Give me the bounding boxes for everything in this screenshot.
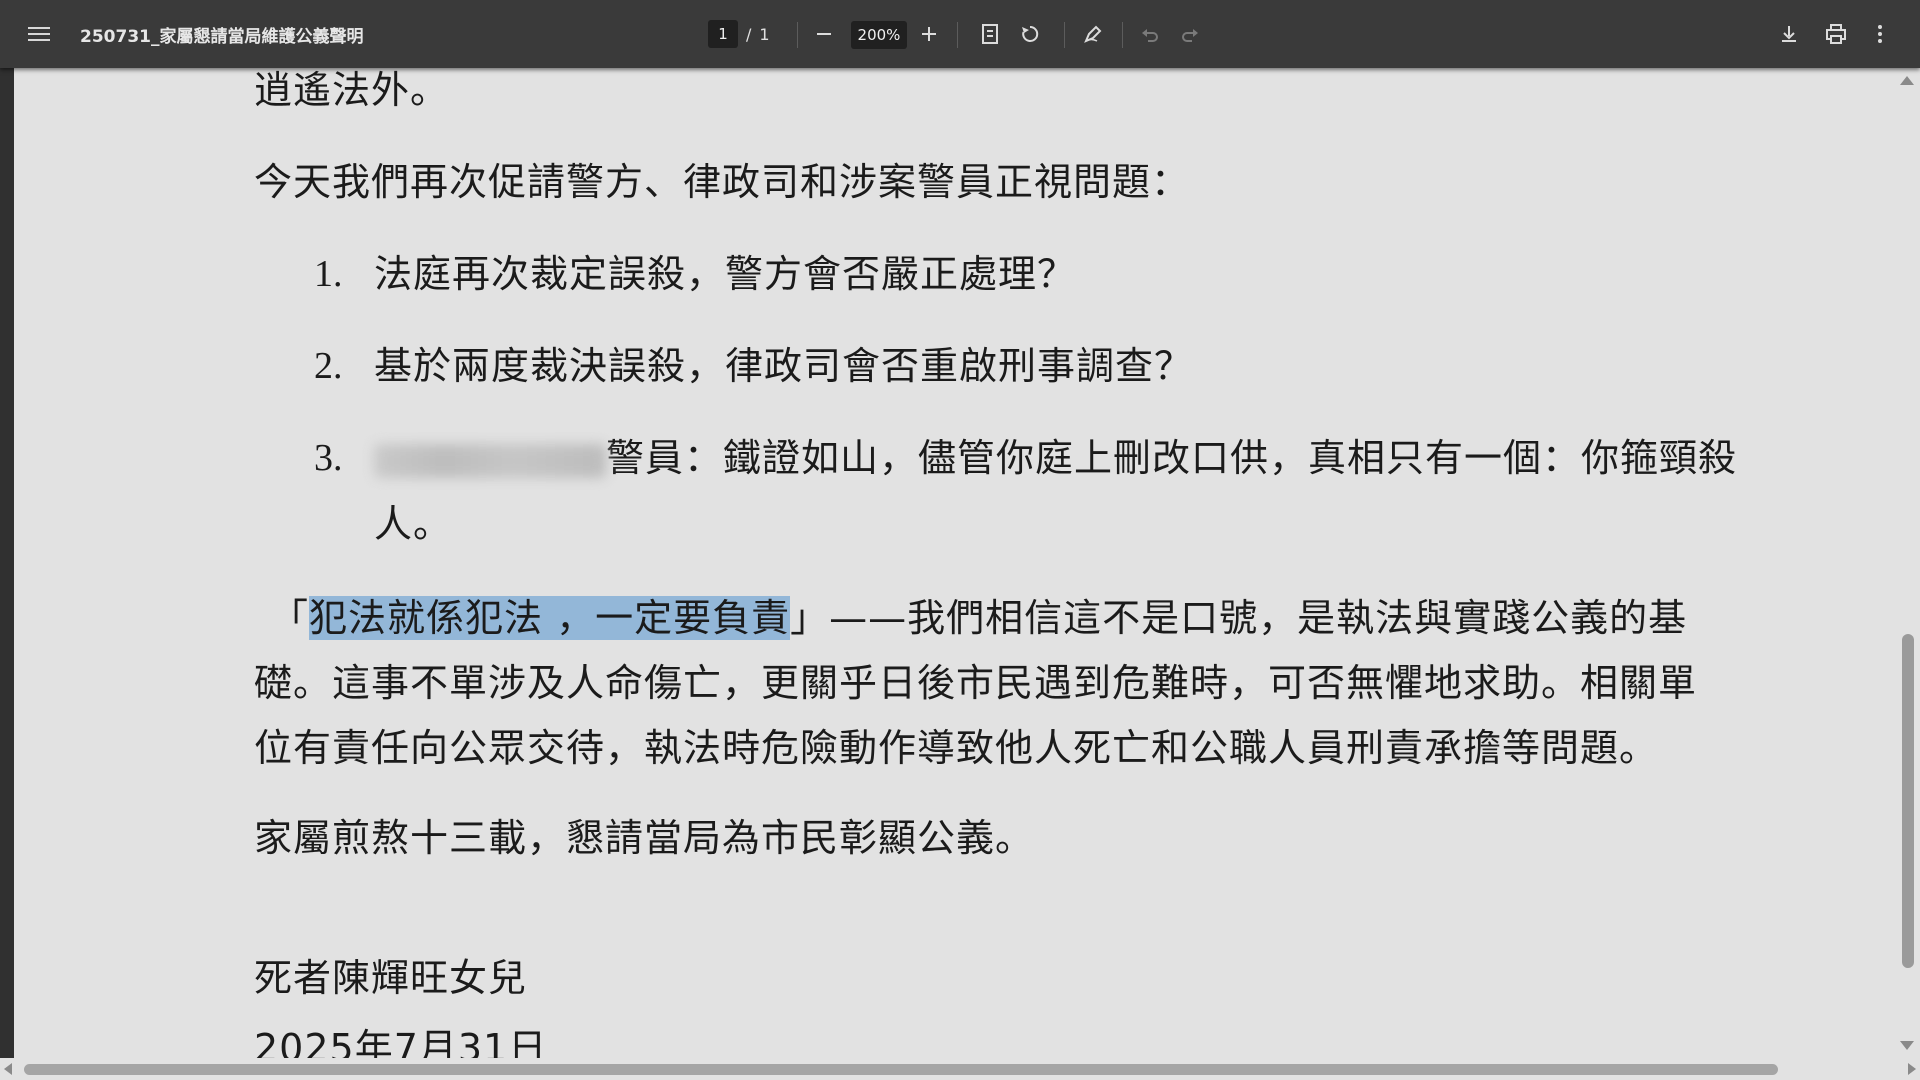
- more-vert-icon: [1878, 25, 1882, 43]
- zoom-in-button[interactable]: [913, 18, 945, 50]
- paragraph-line: 位有責任向公眾交待，執法時危險動作導致他人死亡和公職人員刑責承擔等問題。: [254, 726, 1659, 770]
- paragraph-line: 家屬煎熬十三載，懇請當局為市民彰顯公義。: [254, 816, 1035, 860]
- fit-page-button[interactable]: [974, 18, 1006, 50]
- toolbar-divider: [957, 22, 958, 48]
- scroll-up-icon[interactable]: [1900, 76, 1914, 85]
- download-button[interactable]: [1773, 18, 1805, 50]
- scroll-down-icon[interactable]: [1900, 1041, 1914, 1050]
- list-item-continuation: 人。: [374, 502, 453, 546]
- zoom-out-button[interactable]: [808, 18, 840, 50]
- list-item: 警員：鐵證如山，儘管你庭上刪改口供，真相只有一個：你箍頸殺: [374, 436, 1737, 480]
- list-item-text: 警員：鐵證如山，儘管你庭上刪改口供，真相只有一個：你箍頸殺: [606, 436, 1738, 480]
- vertical-scrollbar[interactable]: [1894, 68, 1920, 1058]
- quote-open: 「: [270, 596, 310, 640]
- quote-close: 」: [790, 596, 830, 640]
- print-icon: [1826, 24, 1846, 44]
- zoom-level-input[interactable]: 200%: [851, 21, 907, 49]
- document-title: 250731_家屬懇請當局維護公義聲明: [80, 27, 364, 47]
- undo-button[interactable]: [1134, 18, 1166, 50]
- toolbar-divider: [1122, 22, 1123, 48]
- annotate-button[interactable]: [1077, 18, 1109, 50]
- page-total: 1: [759, 24, 770, 44]
- list-item: 法庭再次裁定誤殺，警方會否嚴正處理？: [374, 252, 1077, 296]
- pdf-page: 逍遙法外。 今天我們再次促請警方、律政司和涉案警員正視問題： 1. 法庭再次裁定…: [14, 68, 1894, 1080]
- redacted-text: [374, 443, 606, 478]
- intro-line: 今天我們再次促請警方、律政司和涉案警員正視問題：: [254, 160, 1191, 204]
- scroll-left-icon[interactable]: [4, 1063, 12, 1075]
- more-options-button[interactable]: [1864, 18, 1896, 50]
- horizontal-scroll-thumb[interactable]: [24, 1064, 1778, 1075]
- list-number: 3.: [314, 437, 343, 479]
- selected-text[interactable]: 犯法就係犯法 ，一定要負責: [309, 596, 791, 640]
- menu-icon[interactable]: [28, 24, 50, 44]
- pdf-toolbar: 250731_家屬懇請當局維護公義聲明 1 / 1 200%: [0, 0, 1920, 68]
- quote-line: 「犯法就係犯法 ，一定要負責」——我們相信這不是口號，是執法與實踐公義的基: [270, 596, 1687, 640]
- undo-icon: [1142, 29, 1158, 42]
- scroll-right-icon[interactable]: [1908, 1063, 1916, 1075]
- horizontal-scrollbar[interactable]: [0, 1058, 1920, 1080]
- fit-page-icon: [982, 24, 998, 44]
- minus-icon: [817, 33, 831, 35]
- pdf-viewer[interactable]: 逍遙法外。 今天我們再次促請警方、律政司和涉案警員正視問題： 1. 法庭再次裁定…: [0, 68, 1920, 1080]
- pen-icon: [1084, 25, 1102, 43]
- signature: 死者陳輝旺女兒: [254, 956, 528, 1000]
- plus-icon: [922, 27, 936, 41]
- toolbar-divider: [1064, 22, 1065, 48]
- rotate-button[interactable]: [1014, 18, 1046, 50]
- download-icon: [1782, 26, 1796, 42]
- list-item: 基於兩度裁決誤殺，律政司會否重啟刑事調查？: [374, 344, 1194, 388]
- list-number: 2.: [314, 345, 343, 387]
- rotate-icon: [1022, 25, 1039, 42]
- page-separator: /: [746, 24, 752, 44]
- text-line: 逍遙法外。: [254, 68, 450, 112]
- print-button[interactable]: [1820, 18, 1852, 50]
- paragraph-line: 礎。這事不單涉及人命傷亡，更關乎日後市民遇到危難時，可否無懼地求助。相關單: [254, 661, 1698, 705]
- redo-button[interactable]: [1174, 18, 1206, 50]
- vertical-scroll-thumb[interactable]: [1902, 634, 1914, 968]
- list-number: 1.: [314, 253, 343, 295]
- redo-icon: [1182, 29, 1198, 42]
- page-number-input[interactable]: 1: [708, 20, 738, 48]
- toolbar-divider: [797, 22, 798, 48]
- page-indicator: 1 / 1: [708, 20, 770, 48]
- paragraph-text: ——我們相信這不是口號，是執法與實踐公義的基: [829, 596, 1688, 640]
